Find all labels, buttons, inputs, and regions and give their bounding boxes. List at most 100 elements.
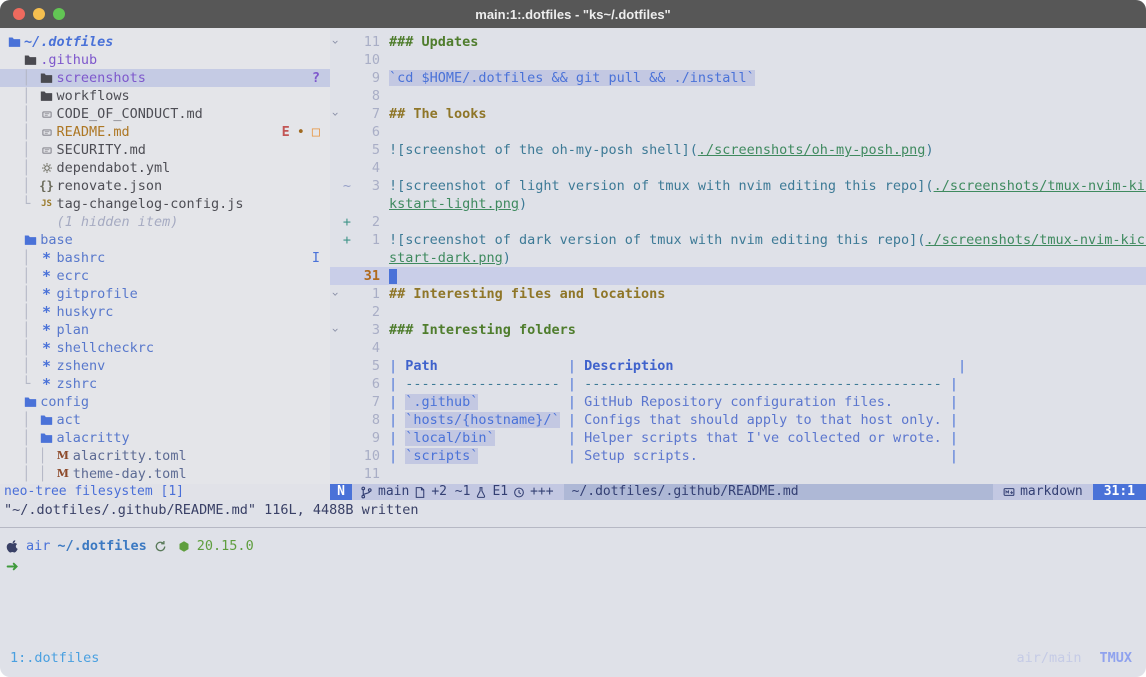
tree-guide: │ bbox=[0, 69, 39, 87]
tree-item[interactable]: │ README.mdE•□ bbox=[0, 123, 330, 141]
tree-guide bbox=[0, 393, 22, 411]
minimize-button[interactable] bbox=[33, 8, 45, 20]
tree-item-label: alacritty bbox=[57, 429, 130, 447]
tree-item[interactable]: (1 hidden item) bbox=[0, 213, 330, 231]
editor-line[interactable]: ~3![screenshot of light version of tmux … bbox=[330, 177, 1146, 195]
line-number: 31 bbox=[352, 267, 380, 285]
editor-line[interactable]: 9`cd $HOME/.dotfiles && git pull && ./in… bbox=[330, 69, 1146, 87]
nvim-main-row: ~/.dotfiles .github │ screenshots? │ wor… bbox=[0, 28, 1146, 484]
line-number: 7 bbox=[352, 105, 380, 123]
editor-line[interactable]: 6 bbox=[330, 123, 1146, 141]
tree-item[interactable]: │ {}renovate.json bbox=[0, 177, 330, 195]
fold-chevron-icon[interactable]: › bbox=[330, 321, 342, 339]
editor-line[interactable]: +1![screenshot of dark version of tmux w… bbox=[330, 231, 1146, 249]
fold-chevron-icon bbox=[330, 249, 342, 267]
git-branch-name: main bbox=[378, 484, 409, 500]
editor-line[interactable]: 7| `.github` | GitHub Repository configu… bbox=[330, 393, 1146, 411]
folder-icon bbox=[39, 72, 55, 84]
clock-icon bbox=[513, 486, 525, 499]
tree-item[interactable]: ~/.dotfiles bbox=[0, 33, 330, 51]
editor-line[interactable]: 10| `scripts` | Setup scripts. | bbox=[330, 447, 1146, 465]
tree-item[interactable]: .github bbox=[0, 51, 330, 69]
tree-item[interactable]: │ *gitprofile bbox=[0, 285, 330, 303]
fold-chevron-icon[interactable]: › bbox=[330, 285, 342, 303]
window-title: main:1:.dotfiles - "ks~/.dotfiles" bbox=[0, 7, 1146, 22]
editor-line[interactable]: ›11### Updates bbox=[330, 33, 1146, 51]
tree-item[interactable]: │ *plan bbox=[0, 321, 330, 339]
tree-item[interactable]: │ *zshenv bbox=[0, 357, 330, 375]
editor-line[interactable]: 4 bbox=[330, 339, 1146, 357]
tree-item[interactable]: │ CODE_OF_CONDUCT.md bbox=[0, 105, 330, 123]
editor-line[interactable]: 8 bbox=[330, 87, 1146, 105]
tree-item[interactable]: │ *ecrc bbox=[0, 267, 330, 285]
editor-line[interactable]: 6| ------------------- | ---------------… bbox=[330, 375, 1146, 393]
tree-item-label: ecrc bbox=[57, 267, 90, 285]
tree-item[interactable]: base bbox=[0, 231, 330, 249]
editor-line[interactable]: 5| Path | Description | bbox=[330, 357, 1146, 375]
line-text: kstart-light.png) bbox=[389, 195, 527, 213]
tree-item-label: shellcheckrc bbox=[57, 339, 155, 357]
editor-line[interactable]: ›7## The looks bbox=[330, 105, 1146, 123]
folder-icon bbox=[39, 432, 55, 444]
editor-line[interactable]: 2 bbox=[330, 303, 1146, 321]
editor-line[interactable]: 11 bbox=[330, 465, 1146, 483]
folder-icon bbox=[39, 414, 55, 426]
gitsign-blank bbox=[342, 393, 352, 411]
fold-chevron-icon[interactable]: › bbox=[330, 105, 342, 123]
editor-line[interactable]: start-dark.png) bbox=[330, 249, 1146, 267]
tree-item[interactable]: │ alacritty bbox=[0, 429, 330, 447]
tree-guide: │ bbox=[0, 87, 39, 105]
editor-line[interactable]: 4 bbox=[330, 159, 1146, 177]
editor-line[interactable]: ›1## Interesting files and locations bbox=[330, 285, 1146, 303]
fold-chevron-icon bbox=[330, 303, 342, 321]
tree-item[interactable]: │ *shellcheckrc bbox=[0, 339, 330, 357]
tree-item[interactable]: │ *bashrcI bbox=[0, 249, 330, 267]
line-number: 3 bbox=[352, 321, 380, 339]
tree-item[interactable]: │ │ Mtheme-day.toml bbox=[0, 465, 330, 483]
tree-item-label: config bbox=[40, 393, 89, 411]
line-number: 7 bbox=[352, 393, 380, 411]
editor-line[interactable]: kstart-light.png) bbox=[330, 195, 1146, 213]
editor-line[interactable]: 5![screenshot of the oh-my-posh shell](.… bbox=[330, 141, 1146, 159]
git-change-counts: +2 ~1 bbox=[431, 484, 470, 500]
toml-icon: M bbox=[55, 447, 71, 465]
diagnostic-counts: E1 bbox=[492, 484, 508, 500]
editor-line[interactable]: 10 bbox=[330, 51, 1146, 69]
folder-icon bbox=[39, 90, 55, 102]
gitsign-blank bbox=[342, 159, 352, 177]
toml-icon: M bbox=[55, 465, 71, 483]
zoom-button[interactable] bbox=[53, 8, 65, 20]
editor-pane[interactable]: ›11### Updates109`cd $HOME/.dotfiles && … bbox=[330, 28, 1146, 484]
line-number: 6 bbox=[352, 375, 380, 393]
tree-item-label: act bbox=[57, 411, 81, 429]
editor-line[interactable]: +2 bbox=[330, 213, 1146, 231]
tree-item[interactable]: config bbox=[0, 393, 330, 411]
tmux-right-status: air/main TMUX bbox=[1016, 650, 1132, 666]
tree-guide: │ bbox=[0, 321, 39, 339]
tree-item[interactable]: │ *huskyrc bbox=[0, 303, 330, 321]
tree-item[interactable]: └ JStag-changelog-config.js bbox=[0, 195, 330, 213]
tree-item[interactable]: │ │ Malacritty.toml bbox=[0, 447, 330, 465]
tree-item[interactable]: └ *zshrc bbox=[0, 375, 330, 393]
neo-tree-statusline: neo-tree filesystem [1] bbox=[0, 484, 330, 500]
line-number: 8 bbox=[352, 87, 380, 105]
editor-line[interactable]: ›3### Interesting folders bbox=[330, 321, 1146, 339]
shell-input-line[interactable] bbox=[6, 556, 1146, 576]
fold-chevron-icon[interactable]: › bbox=[330, 33, 342, 51]
braces-icon: {} bbox=[39, 177, 55, 195]
tmux-window-item[interactable]: 1:.dotfiles bbox=[10, 650, 99, 666]
shell-pane[interactable]: air ~/.dotfiles 20.15.0 bbox=[0, 528, 1146, 645]
tree-item[interactable]: │ screenshots? bbox=[0, 69, 330, 87]
tree-item[interactable]: │ dependabot.yml bbox=[0, 159, 330, 177]
editor-line[interactable]: 8| `hosts/{hostname}/` | Configs that sh… bbox=[330, 411, 1146, 429]
editor-line[interactable]: 31 bbox=[330, 267, 1146, 285]
tree-item[interactable]: │ SECURITY.md bbox=[0, 141, 330, 159]
tree-item[interactable]: │ act bbox=[0, 411, 330, 429]
editor-line[interactable]: 9| `local/bin` | Helper scripts that I'v… bbox=[330, 429, 1146, 447]
fold-chevron-icon bbox=[330, 447, 342, 465]
tree-item[interactable]: │ workflows bbox=[0, 87, 330, 105]
line-number: 5 bbox=[352, 357, 380, 375]
neo-tree-panel[interactable]: ~/.dotfiles .github │ screenshots? │ wor… bbox=[0, 28, 330, 484]
close-button[interactable] bbox=[13, 8, 25, 20]
line-text: ## Interesting files and locations bbox=[389, 285, 665, 303]
